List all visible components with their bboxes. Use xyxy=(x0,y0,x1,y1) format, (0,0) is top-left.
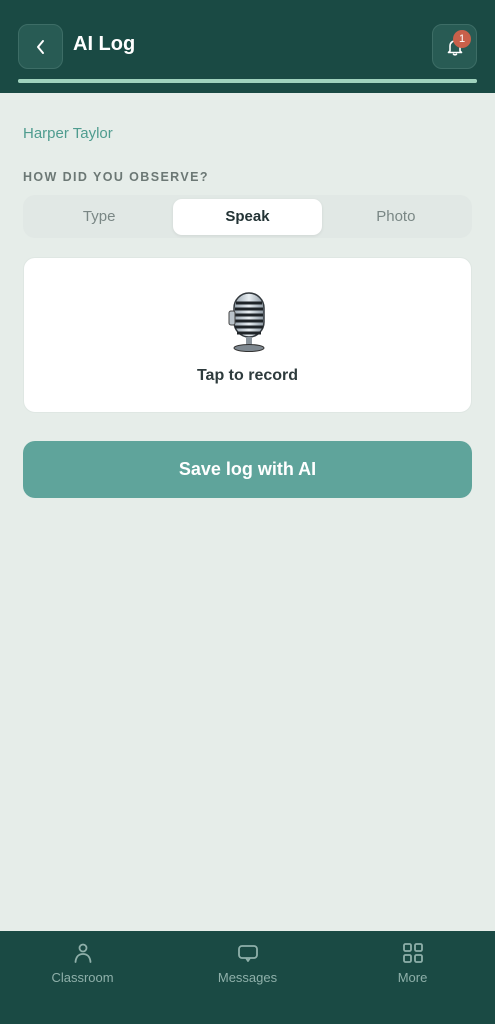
back-button[interactable] xyxy=(18,24,63,69)
student-name: Harper Taylor xyxy=(23,125,113,142)
chat-bubble-icon xyxy=(235,940,261,966)
page-title: AI Log xyxy=(73,33,136,55)
save-log-button[interactable]: Save log with AI xyxy=(23,441,472,498)
progress-bar xyxy=(18,79,477,83)
person-icon xyxy=(70,940,96,966)
chevron-left-icon xyxy=(36,39,44,54)
nav-item-classroom[interactable]: Classroom xyxy=(0,931,165,1024)
nav-label-more: More xyxy=(397,970,428,985)
nav-item-messages[interactable]: Messages xyxy=(165,931,330,1024)
record-label: Tap to record xyxy=(196,367,299,384)
nav-label-classroom: Classroom xyxy=(51,970,114,985)
option-type[interactable]: Type xyxy=(25,199,173,235)
bottom-navigation: Classroom Messages More xyxy=(0,931,495,1024)
notification-badge: 1 xyxy=(453,30,471,48)
progress-fill xyxy=(18,79,477,83)
record-button[interactable]: Tap to record xyxy=(23,257,472,413)
option-speak[interactable]: Speak xyxy=(173,198,322,235)
notifications-button[interactable] xyxy=(432,24,477,69)
observe-method-selector: Type Speak Photo xyxy=(23,195,472,238)
app-header: AI Log 1 xyxy=(0,0,495,93)
nav-label-messages: Messages xyxy=(217,970,278,985)
microphone-icon xyxy=(228,292,265,352)
observe-method-label: HOW DID YOU OBSERVE? xyxy=(23,170,209,184)
grid-icon xyxy=(400,940,426,966)
nav-item-more[interactable]: More xyxy=(330,931,495,1024)
option-photo[interactable]: Photo xyxy=(322,199,470,235)
